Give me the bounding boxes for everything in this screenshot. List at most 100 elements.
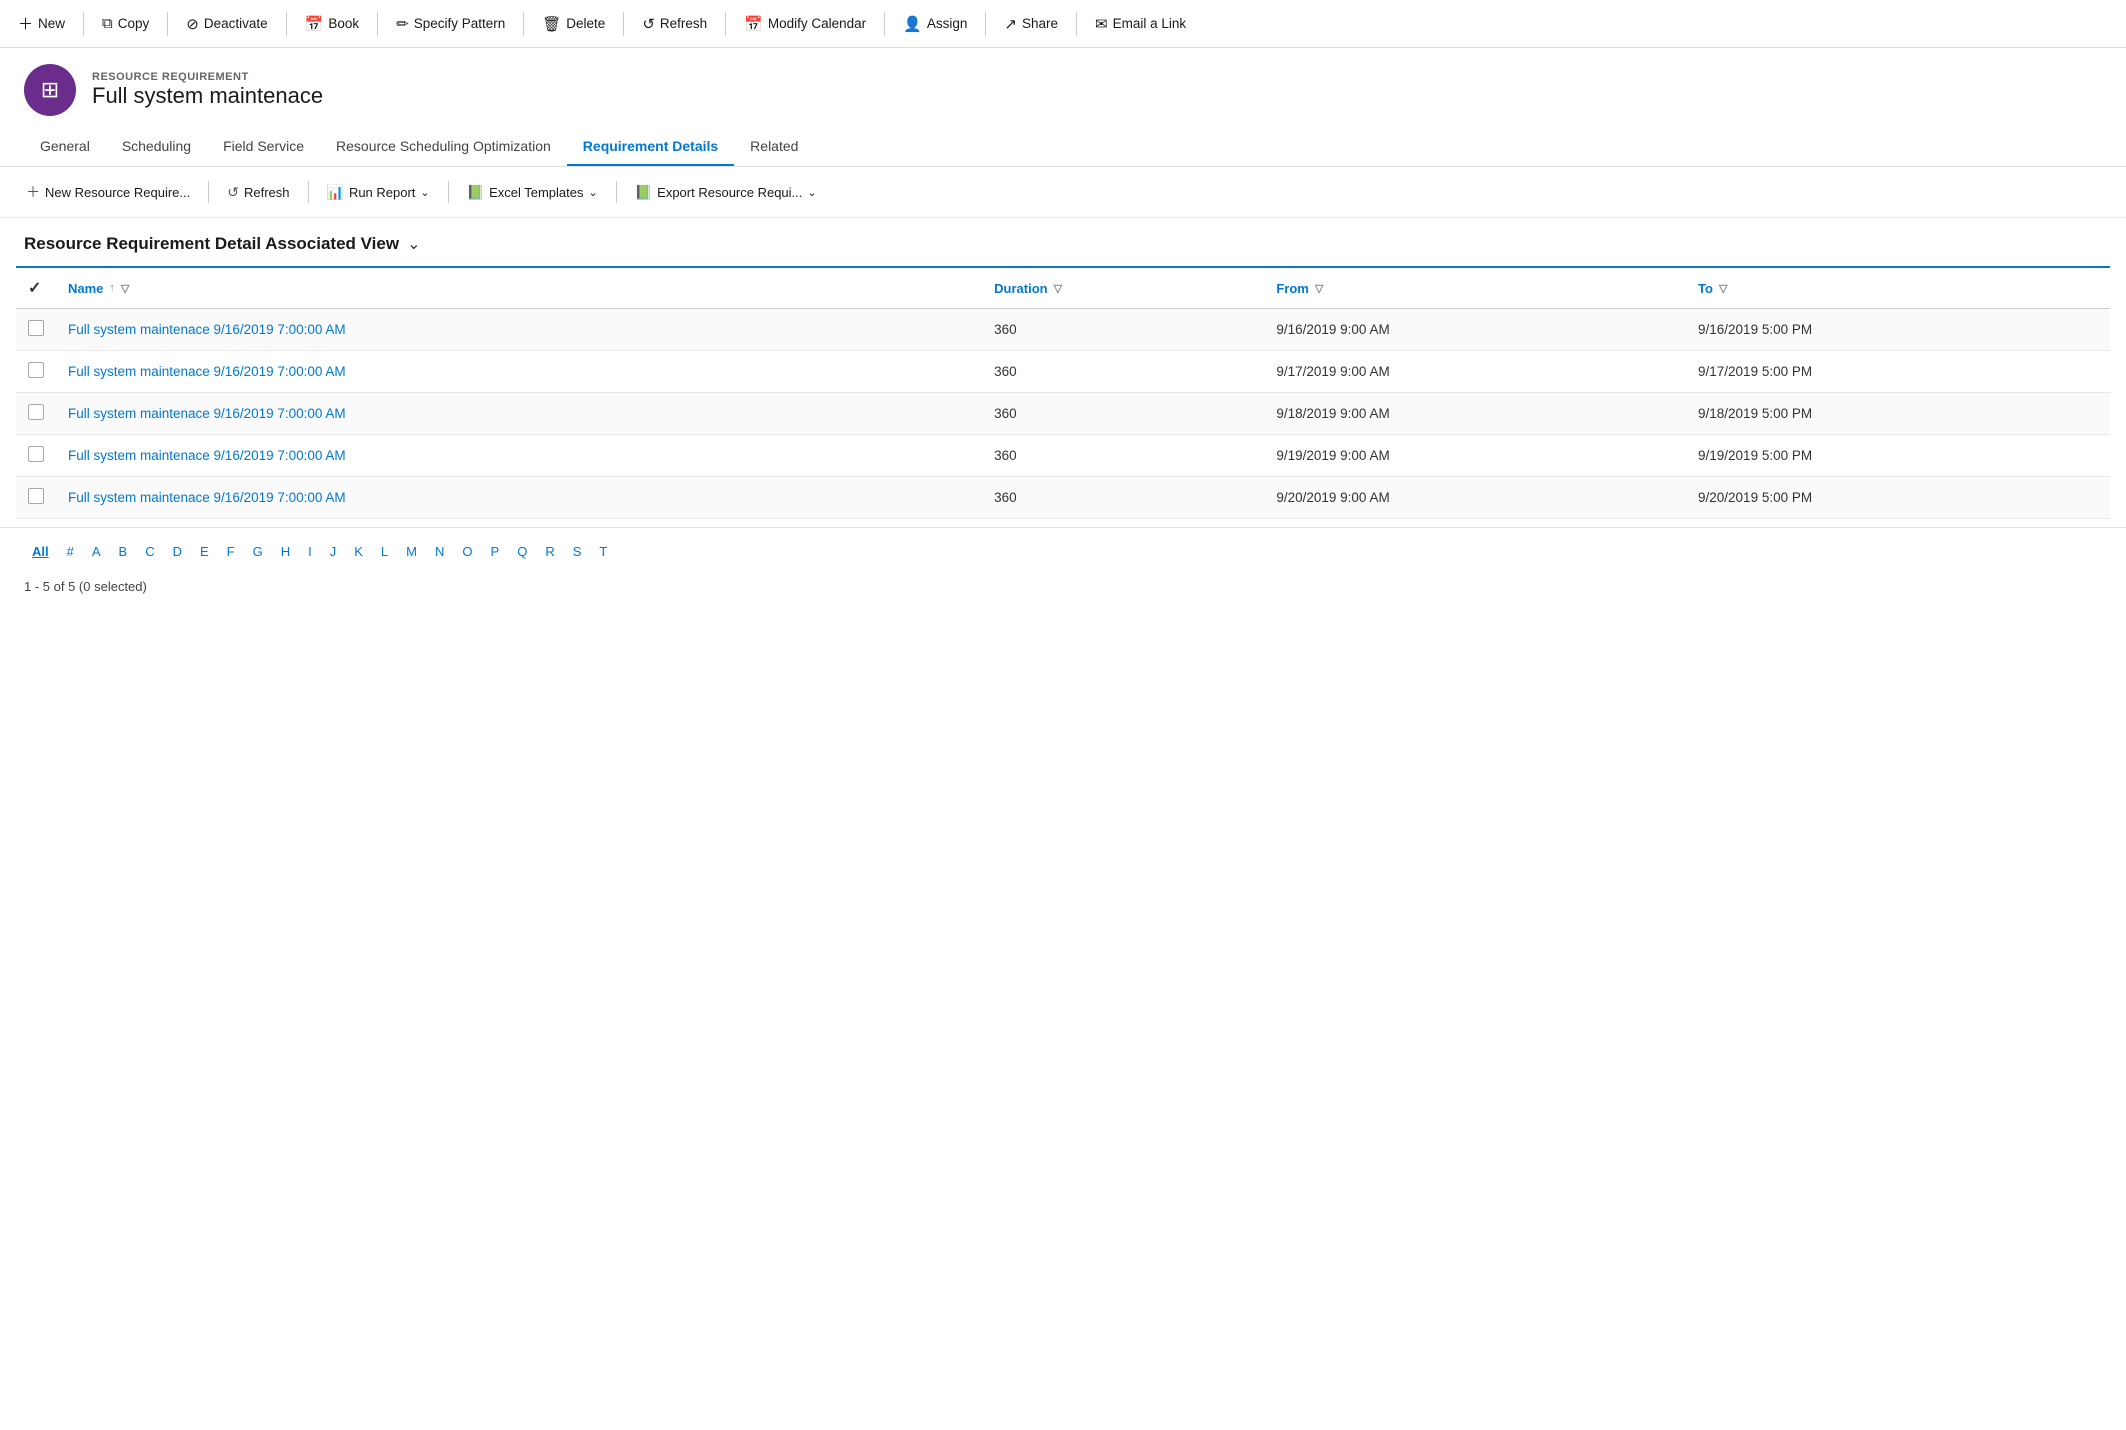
entity-icon-symbol: ⊞: [41, 77, 59, 103]
table-row: Full system maintenace 9/16/2019 7:00:00…: [16, 435, 2110, 477]
toolbar-btn-book[interactable]: 📅Book: [295, 9, 369, 39]
row-checkbox-0[interactable]: [28, 320, 44, 336]
alpha-btn-n[interactable]: N: [427, 540, 452, 563]
col-from-label: From: [1276, 281, 1309, 296]
sub-btn-excel-templates[interactable]: 📗Excel Templates⌄: [457, 179, 608, 206]
toolbar-btn-email-a-link[interactable]: ✉Email a Link: [1085, 9, 1196, 39]
row-duration-1: 360: [982, 351, 1264, 393]
toolbar-btn-new[interactable]: ＋New: [8, 7, 75, 40]
row-checkbox-cell-3[interactable]: [16, 435, 56, 477]
row-checkbox-cell-1[interactable]: [16, 351, 56, 393]
alpha-btn-l[interactable]: L: [373, 540, 396, 563]
excel-templates-icon: 📗: [467, 184, 484, 201]
row-from-1: 9/17/2019 9:00 AM: [1264, 351, 1686, 393]
new-resource-require-icon: ＋: [26, 182, 40, 202]
toolbar-btn-share[interactable]: ↗Share: [994, 9, 1068, 39]
col-header-name: Name ↑ ▽: [56, 267, 982, 309]
from-filter-icon[interactable]: ▽: [1315, 282, 1323, 295]
sub-btn-refresh[interactable]: ↺Refresh: [217, 179, 299, 206]
tab-scheduling[interactable]: Scheduling: [106, 128, 207, 166]
row-name-link-1[interactable]: Full system maintenace 9/16/2019 7:00:00…: [68, 364, 346, 379]
toolbar-divider: [623, 12, 624, 36]
alpha-btn-e[interactable]: E: [192, 540, 217, 563]
row-from-3: 9/19/2019 9:00 AM: [1264, 435, 1686, 477]
alpha-btn-q[interactable]: Q: [509, 540, 535, 563]
toolbar-btn-refresh[interactable]: ↺Refresh: [632, 9, 717, 39]
alpha-btn-o[interactable]: O: [454, 540, 480, 563]
to-filter-icon[interactable]: ▽: [1719, 282, 1727, 295]
alpha-btn-g[interactable]: G: [245, 540, 271, 563]
sub-btn-export-resource[interactable]: 📗Export Resource Requi...⌄: [625, 179, 827, 206]
select-all-checkbox[interactable]: ✓: [28, 280, 41, 297]
tab-field-service[interactable]: Field Service: [207, 128, 320, 166]
row-duration-3: 360: [982, 435, 1264, 477]
refresh-icon: ↺: [642, 15, 655, 33]
alpha-btn-s[interactable]: S: [565, 540, 590, 563]
alpha-btn-t[interactable]: T: [591, 540, 615, 563]
tab-related[interactable]: Related: [734, 128, 814, 166]
alpha-btn-i[interactable]: I: [300, 540, 320, 563]
alpha-btn-r[interactable]: R: [537, 540, 562, 563]
col-to-label: To: [1698, 281, 1713, 296]
sub-btn-run-report[interactable]: 📊Run Report⌄: [317, 179, 440, 206]
share-icon: ↗: [1004, 15, 1017, 33]
alpha-btn-a[interactable]: A: [84, 540, 109, 563]
toolbar-btn-assign[interactable]: 👤Assign: [893, 9, 977, 39]
alpha-btn-d[interactable]: D: [165, 540, 190, 563]
row-from-2: 9/18/2019 9:00 AM: [1264, 393, 1686, 435]
row-name-link-4[interactable]: Full system maintenace 9/16/2019 7:00:00…: [68, 490, 346, 505]
sub-divider: [308, 181, 309, 203]
row-duration-0: 360: [982, 309, 1264, 351]
toolbar-btn-copy[interactable]: ⧉Copy: [92, 9, 159, 38]
alpha-btn-all[interactable]: All: [24, 540, 57, 563]
alpha-btn-c[interactable]: C: [137, 540, 162, 563]
assign-icon: 👤: [903, 15, 922, 33]
toolbar-divider: [985, 12, 986, 36]
alpha-btn-b[interactable]: B: [111, 540, 136, 563]
row-checkbox-1[interactable]: [28, 362, 44, 378]
new-icon: ＋: [18, 13, 33, 34]
alpha-btn-m[interactable]: M: [398, 540, 425, 563]
tab-bar: GeneralSchedulingField ServiceResource S…: [0, 128, 2126, 167]
alpha-btn-k[interactable]: K: [346, 540, 371, 563]
toolbar-btn-specify-pattern[interactable]: ✏Specify Pattern: [386, 9, 515, 39]
status-text: 1 - 5 of 5 (0 selected): [24, 579, 147, 594]
tab-rso[interactable]: Resource Scheduling Optimization: [320, 128, 567, 166]
row-name-link-2[interactable]: Full system maintenace 9/16/2019 7:00:00…: [68, 406, 346, 421]
name-sort-icon[interactable]: ↑: [109, 282, 115, 294]
sub-btn-new-resource-require[interactable]: ＋ New Resource Require...: [16, 177, 200, 207]
view-chevron-icon[interactable]: ⌄: [407, 234, 420, 254]
main-toolbar: ＋New ⧉Copy ⊘Deactivate 📅Book ✏Specify Patter…: [0, 0, 2126, 48]
sub-btn-label: New Resource Require...: [45, 185, 190, 200]
alpha-btn-j[interactable]: J: [322, 540, 345, 563]
run-report-dropdown-icon: ⌄: [420, 186, 429, 199]
alpha-btn-f[interactable]: F: [219, 540, 243, 563]
tab-general[interactable]: General: [24, 128, 106, 166]
row-checkbox-2[interactable]: [28, 404, 44, 420]
alpha-btn-h[interactable]: H: [273, 540, 298, 563]
excel-templates-dropdown-icon: ⌄: [589, 186, 598, 199]
toolbar-btn-delete[interactable]: 🗑Delete: [532, 9, 615, 39]
status-bar: 1 - 5 of 5 (0 selected): [0, 571, 2126, 602]
toolbar-btn-modify-calendar[interactable]: 📅Modify Calendar: [734, 9, 876, 39]
row-checkbox-3[interactable]: [28, 446, 44, 462]
col-name-label: Name: [68, 281, 103, 296]
row-checkbox-4[interactable]: [28, 488, 44, 504]
name-filter-icon[interactable]: ▽: [121, 282, 129, 295]
row-checkbox-cell-0[interactable]: [16, 309, 56, 351]
toolbar-btn-deactivate[interactable]: ⊘Deactivate: [176, 9, 277, 39]
select-all-header[interactable]: ✓: [16, 267, 56, 309]
view-title-bar: Resource Requirement Detail Associated V…: [0, 218, 2126, 266]
toolbar-btn-label: Copy: [118, 16, 150, 31]
alpha-btn-p[interactable]: P: [483, 540, 508, 563]
table-row: Full system maintenace 9/16/2019 7:00:00…: [16, 351, 2110, 393]
row-checkbox-cell-4[interactable]: [16, 477, 56, 519]
row-checkbox-cell-2[interactable]: [16, 393, 56, 435]
page-header: ⊞ RESOURCE REQUIREMENT Full system maint…: [0, 48, 2126, 128]
alpha-btn-#[interactable]: #: [59, 540, 82, 563]
tab-requirement-details[interactable]: Requirement Details: [567, 128, 734, 166]
row-name-link-0[interactable]: Full system maintenace 9/16/2019 7:00:00…: [68, 322, 346, 337]
row-name-link-3[interactable]: Full system maintenace 9/16/2019 7:00:00…: [68, 448, 346, 463]
duration-filter-icon[interactable]: ▽: [1054, 282, 1062, 295]
col-header-from: From ▽: [1264, 267, 1686, 309]
